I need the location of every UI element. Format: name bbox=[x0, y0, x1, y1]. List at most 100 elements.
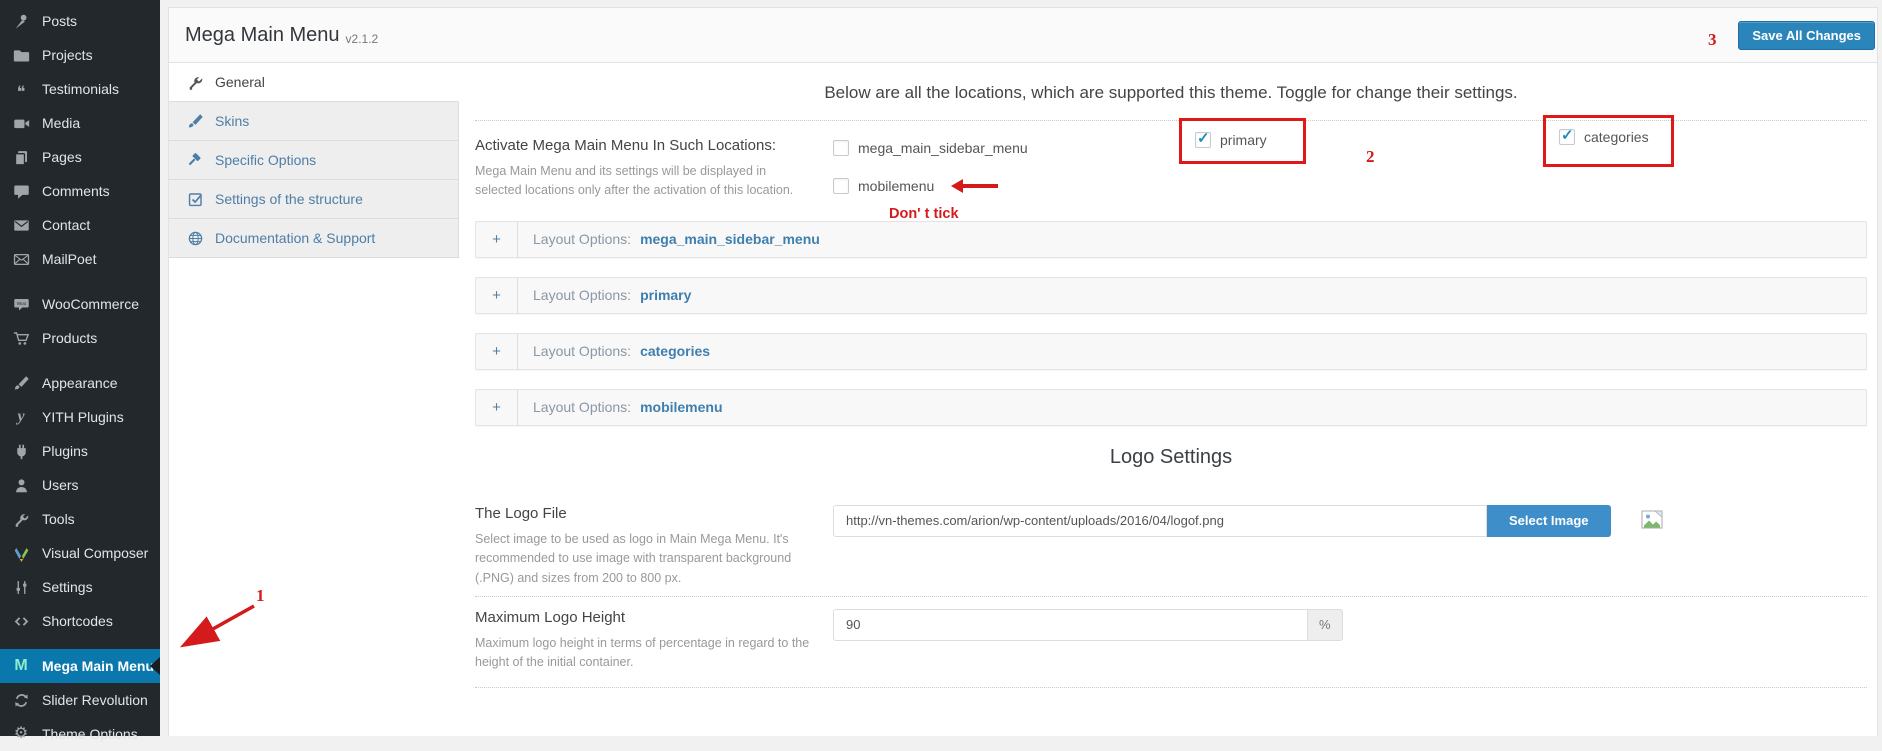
sidebar-item-label: Visual Composer bbox=[42, 545, 148, 561]
divider bbox=[475, 596, 1867, 597]
user-icon bbox=[11, 477, 31, 494]
vc-icon bbox=[11, 545, 31, 562]
layout-options-label: Layout Options: bbox=[518, 334, 631, 369]
version-badge: v2.1.2 bbox=[346, 32, 379, 46]
checkbox-label: categories bbox=[1584, 129, 1649, 145]
sidebar-item-tools[interactable]: Tools bbox=[0, 502, 160, 536]
sidebar-item-theme-options[interactable]: ⚙ Theme Options bbox=[0, 717, 160, 751]
expand-button[interactable]: + bbox=[476, 334, 518, 369]
layout-options-row-mega-main-sidebar-menu: + Layout Options: mega_main_sidebar_menu bbox=[475, 221, 1867, 258]
sidebar-item-label: YITH Plugins bbox=[42, 409, 124, 425]
checkbox-label: mega_main_sidebar_menu bbox=[858, 140, 1028, 156]
max-logo-height-input[interactable] bbox=[833, 609, 1308, 641]
annotation-step-2: 2 bbox=[1366, 147, 1375, 167]
logo-file-controls: Select Image bbox=[833, 505, 1663, 588]
setting-label-block: The Logo File Select image to be used as… bbox=[475, 505, 833, 588]
sidebar-item-comments[interactable]: Comments bbox=[0, 174, 160, 208]
sidebar-item-label: Users bbox=[42, 477, 79, 493]
envelope-icon bbox=[11, 217, 31, 234]
tab-documentation-support[interactable]: Documentation & Support bbox=[169, 219, 459, 258]
sidebar-item-label: Slider Revolution bbox=[42, 692, 148, 708]
layout-options-value[interactable]: primary bbox=[640, 278, 691, 313]
sidebar-item-settings[interactable]: Settings bbox=[0, 570, 160, 604]
wp-admin-sidebar: Posts Projects ❝ Testimonials Media Page… bbox=[0, 0, 160, 736]
sidebar-item-label: Theme Options bbox=[42, 726, 138, 742]
checkbox-row-primary: primary bbox=[1195, 137, 1559, 159]
max-logo-height-label: Maximum Logo Height bbox=[475, 609, 833, 626]
checkbox-row-mobilemenu: mobilemenu Don' t tick bbox=[833, 175, 1195, 197]
hammer-icon bbox=[187, 152, 204, 169]
sidebar-item-plugins[interactable]: Plugins bbox=[0, 434, 160, 468]
sidebar-item-mailpoet[interactable]: MailPoet bbox=[0, 242, 160, 276]
logo-file-setting: The Logo File Select image to be used as… bbox=[475, 505, 1867, 588]
logo-url-input[interactable] bbox=[833, 505, 1487, 537]
brush-icon bbox=[11, 375, 31, 392]
sidebar-item-contact[interactable]: Contact bbox=[0, 208, 160, 242]
sidebar-item-posts[interactable]: Posts bbox=[0, 4, 160, 38]
mega-menu-icon: M bbox=[11, 658, 31, 674]
tab-general[interactable]: General bbox=[169, 63, 459, 102]
broken-image-icon bbox=[1641, 510, 1663, 534]
folder-icon bbox=[11, 47, 31, 64]
sidebar-item-visual-composer[interactable]: Visual Composer bbox=[0, 536, 160, 570]
max-logo-height-setting: Maximum Logo Height Maximum logo height … bbox=[475, 609, 1867, 673]
activate-locations-label: Activate Mega Main Menu In Such Location… bbox=[475, 137, 833, 154]
activate-locations-description: Mega Main Menu and its settings will be … bbox=[475, 162, 815, 201]
checkbox-mobilemenu[interactable] bbox=[833, 178, 849, 194]
expand-button[interactable]: + bbox=[476, 278, 518, 313]
sidebar-item-label: Projects bbox=[42, 47, 93, 63]
select-image-button[interactable]: Select Image bbox=[1487, 505, 1611, 537]
expand-button[interactable]: + bbox=[476, 222, 518, 257]
divider bbox=[475, 687, 1867, 688]
locations-checkbox-grid: mega_main_sidebar_menu primary categorie… bbox=[833, 137, 1867, 201]
sidebar-item-users[interactable]: Users bbox=[0, 468, 160, 502]
sliders-icon bbox=[11, 579, 31, 596]
sidebar-item-label: Settings bbox=[42, 579, 93, 595]
sidebar-item-testimonials[interactable]: ❝ Testimonials bbox=[0, 72, 160, 106]
layout-options-list: + Layout Options: mega_main_sidebar_menu… bbox=[475, 221, 1867, 426]
sidebar-item-label: Posts bbox=[42, 13, 77, 29]
sidebar-item-products[interactable]: Products bbox=[0, 321, 160, 355]
layout-options-value[interactable]: mobilemenu bbox=[640, 390, 722, 425]
mega-main-menu-panel: Mega Main Menu v2.1.2 Save All Changes G… bbox=[168, 7, 1878, 736]
layout-options-label: Layout Options: bbox=[518, 278, 631, 313]
activate-locations-setting: Activate Mega Main Menu In Such Location… bbox=[475, 137, 1867, 201]
sidebar-item-shortcodes[interactable]: Shortcodes bbox=[0, 604, 160, 638]
sidebar-item-appearance[interactable]: Appearance bbox=[0, 366, 160, 400]
sidebar-item-label: Pages bbox=[42, 149, 82, 165]
layout-options-value[interactable]: mega_main_sidebar_menu bbox=[640, 222, 820, 257]
checkbox-primary[interactable] bbox=[1195, 132, 1211, 148]
refresh-icon bbox=[11, 692, 31, 709]
media-icon bbox=[11, 115, 31, 132]
code-icon bbox=[11, 613, 31, 630]
sidebar-item-yith-plugins[interactable]: y YITH Plugins bbox=[0, 400, 160, 434]
checkbox-mega-main-sidebar-menu[interactable] bbox=[833, 140, 849, 156]
sidebar-item-label: Media bbox=[42, 115, 80, 131]
max-logo-height-controls: % bbox=[833, 609, 1343, 673]
save-all-changes-button[interactable]: Save All Changes bbox=[1738, 21, 1875, 50]
tab-label: Specific Options bbox=[215, 152, 316, 168]
checkbox-categories[interactable] bbox=[1559, 129, 1575, 145]
layout-options-value[interactable]: categories bbox=[640, 334, 710, 369]
sidebar-item-slider-revolution[interactable]: Slider Revolution bbox=[0, 683, 160, 717]
tab-settings-of-structure[interactable]: Settings of the structure bbox=[169, 180, 459, 219]
sidebar-item-woocommerce[interactable]: Woo WooCommerce bbox=[0, 287, 160, 321]
gear-icon: ⚙ bbox=[11, 726, 31, 742]
panel-header: Mega Main Menu v2.1.2 Save All Changes bbox=[169, 8, 1877, 63]
layout-options-row-categories: + Layout Options: categories bbox=[475, 333, 1867, 370]
annotation-red-box-primary: primary bbox=[1179, 118, 1306, 164]
logo-settings-heading: Logo Settings bbox=[475, 446, 1867, 469]
expand-button[interactable]: + bbox=[476, 390, 518, 425]
tab-skins[interactable]: Skins bbox=[169, 102, 459, 141]
settings-tabs: General Skins Specific Options Settings … bbox=[169, 63, 459, 258]
checkbox-label: mobilemenu bbox=[858, 178, 934, 194]
sidebar-item-label: Plugins bbox=[42, 443, 88, 459]
percent-suffix: % bbox=[1308, 609, 1343, 641]
sidebar-item-projects[interactable]: Projects bbox=[0, 38, 160, 72]
sidebar-item-pages[interactable]: Pages bbox=[0, 140, 160, 174]
intro-text: Below are all the locations, which are s… bbox=[475, 83, 1867, 103]
sidebar-item-media[interactable]: Media bbox=[0, 106, 160, 140]
tab-specific-options[interactable]: Specific Options bbox=[169, 141, 459, 180]
comment-icon bbox=[11, 183, 31, 200]
sidebar-item-mega-main-menu[interactable]: M Mega Main Menu bbox=[0, 649, 160, 683]
